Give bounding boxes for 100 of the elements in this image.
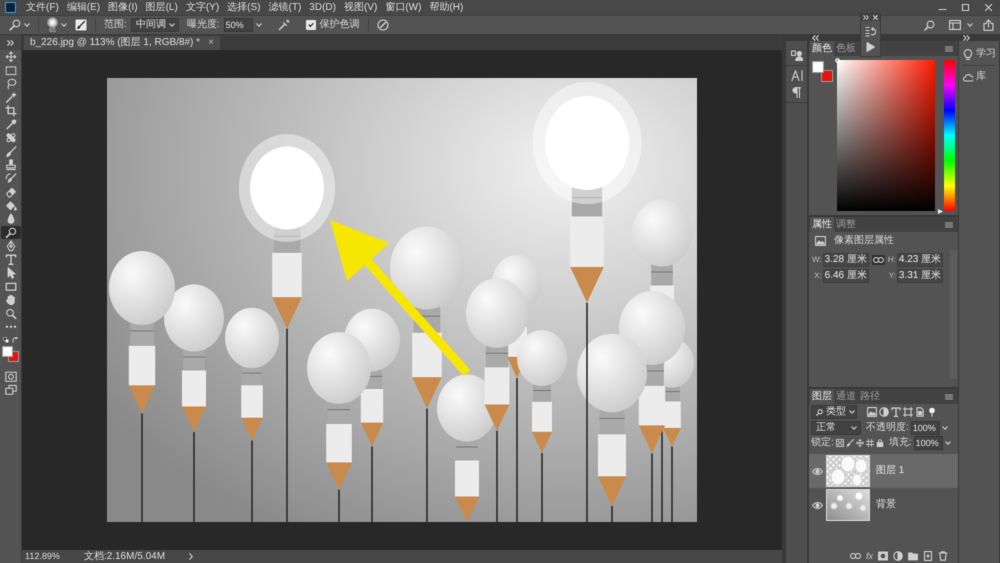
opacity-field[interactable]: 100% bbox=[910, 420, 940, 434]
measurement-field[interactable]: 4.23 厘米 bbox=[896, 253, 944, 267]
character-icon[interactable] bbox=[790, 70, 802, 81]
double-chevron-icon[interactable] bbox=[812, 35, 819, 41]
search-icon bbox=[816, 408, 823, 416]
play-icon[interactable] bbox=[866, 42, 875, 52]
hue-slider[interactable] bbox=[938, 60, 955, 214]
filter-dropdown[interactable]: 类型 bbox=[811, 405, 857, 419]
layer-row[interactable]: 背景 bbox=[809, 488, 958, 522]
menu-item[interactable]: 窗口(W) bbox=[381, 0, 426, 15]
close-tab-button[interactable]: × bbox=[208, 38, 214, 48]
eye-icon[interactable] bbox=[812, 468, 823, 474]
panel-menu-icon[interactable] bbox=[945, 46, 953, 52]
panel-tab[interactable]: 路径 bbox=[858, 389, 882, 404]
airbrush-icon[interactable] bbox=[278, 19, 290, 31]
soft-brush-icon[interactable] bbox=[47, 16, 58, 28]
link-icon[interactable] bbox=[850, 553, 861, 559]
pin-icon[interactable] bbox=[927, 407, 937, 417]
chain-link-icon[interactable] bbox=[872, 255, 885, 265]
menu-item[interactable]: 滤镜(T) bbox=[264, 0, 306, 15]
lollipop-icon[interactable] bbox=[0, 226, 20, 239]
panel-button[interactable]: 学习 bbox=[959, 44, 999, 64]
panel-tab[interactable]: 颜色 bbox=[810, 41, 834, 56]
document-tab[interactable]: b_226.jpg @ 113% (图层 1, RGB/8#) * × bbox=[24, 36, 220, 50]
color-field[interactable] bbox=[837, 60, 935, 211]
paragraph-icon[interactable] bbox=[792, 87, 801, 98]
new-page-icon[interactable] bbox=[923, 551, 933, 561]
letter-t-icon[interactable] bbox=[891, 407, 901, 417]
menu-item[interactable]: 帮助(H) bbox=[425, 0, 468, 15]
effects-button[interactable]: fx bbox=[866, 552, 873, 560]
caret-icon[interactable] bbox=[942, 426, 948, 430]
panel-menu-icon[interactable] bbox=[945, 222, 953, 228]
checker-icon[interactable] bbox=[836, 438, 844, 446]
share-icon[interactable] bbox=[983, 19, 994, 31]
caret-icon[interactable] bbox=[61, 23, 67, 27]
chevron-icon[interactable] bbox=[189, 553, 194, 560]
workspace-icon[interactable] bbox=[949, 20, 961, 30]
caret-icon[interactable] bbox=[944, 440, 951, 444]
panel-tab[interactable]: 图层 bbox=[810, 389, 834, 404]
menu-item[interactable]: 图像(I) bbox=[104, 0, 142, 15]
slider-thumb-icon[interactable] bbox=[938, 208, 943, 214]
close-icon[interactable] bbox=[873, 15, 878, 20]
exposure-field[interactable]: 50% bbox=[224, 18, 253, 32]
menu-item[interactable]: 文件(F) bbox=[22, 0, 63, 15]
menu-item[interactable]: 视图(V) bbox=[340, 0, 382, 15]
trash-icon[interactable] bbox=[938, 551, 948, 561]
app-icon[interactable] bbox=[5, 2, 16, 13]
panel-tab[interactable]: 属性 bbox=[810, 217, 834, 232]
menu-item[interactable]: 3D(D) bbox=[305, 0, 340, 15]
background-swatch-icon[interactable] bbox=[821, 70, 833, 82]
list-arrow-icon[interactable] bbox=[865, 26, 876, 37]
double-chevron-icon[interactable] bbox=[863, 15, 869, 20]
restore-icon[interactable] bbox=[961, 3, 970, 12]
panel-tab[interactable]: 调整 bbox=[834, 217, 858, 232]
eye-icon[interactable] bbox=[812, 502, 823, 508]
double-chevron-icon[interactable] bbox=[963, 35, 970, 41]
scrollbar[interactable] bbox=[950, 250, 957, 379]
zoom-level[interactable]: 112.89% bbox=[25, 551, 60, 562]
move-arrows-icon[interactable] bbox=[856, 438, 864, 446]
lollipop-icon[interactable] bbox=[9, 19, 21, 31]
person-card-icon[interactable] bbox=[790, 50, 802, 61]
search-icon[interactable] bbox=[924, 20, 935, 30]
range-dropdown[interactable]: 中间调 bbox=[130, 18, 179, 32]
measurement-field[interactable]: 3.28 厘米 bbox=[822, 253, 869, 267]
menu-item[interactable]: 选择(S) bbox=[223, 0, 264, 15]
double-chevron-icon[interactable] bbox=[7, 40, 14, 46]
menu-item[interactable]: 文字(Y) bbox=[182, 0, 224, 15]
shape-frame-icon[interactable] bbox=[903, 407, 913, 417]
default-colors-icon[interactable] bbox=[3, 336, 9, 342]
menu-item[interactable]: 编辑(E) bbox=[62, 0, 104, 15]
blend-mode-dropdown[interactable]: 正常 bbox=[811, 420, 861, 434]
caret-icon[interactable] bbox=[967, 23, 973, 27]
measurement-field[interactable]: 6.46 厘米 bbox=[822, 269, 869, 283]
foreground-swatch-icon[interactable] bbox=[812, 61, 824, 73]
pressure-icon[interactable] bbox=[376, 19, 389, 31]
mask-icon[interactable] bbox=[878, 551, 888, 561]
close-icon[interactable] bbox=[984, 3, 993, 12]
panel-button[interactable]: 库 bbox=[959, 67, 999, 87]
image-icon[interactable] bbox=[867, 407, 877, 417]
panel-tab[interactable]: 通道 bbox=[834, 389, 858, 404]
half-circle-icon[interactable] bbox=[893, 551, 903, 561]
menu-item[interactable]: 图层(L) bbox=[142, 0, 182, 15]
grid-icon[interactable] bbox=[866, 438, 874, 446]
protect-tones-label: 保护色调 bbox=[320, 19, 360, 31]
folder-icon[interactable] bbox=[908, 551, 918, 561]
padlock-icon[interactable] bbox=[876, 438, 884, 446]
swap-icon[interactable] bbox=[12, 336, 18, 342]
layer-row[interactable]: 图层 1 bbox=[809, 454, 958, 488]
brush-settings-icon[interactable] bbox=[75, 19, 87, 31]
caret-icon[interactable] bbox=[24, 23, 30, 27]
protect-tones-checkbox[interactable] bbox=[306, 20, 316, 30]
panel-tab[interactable]: 色板 bbox=[834, 41, 858, 56]
panel-menu-icon[interactable] bbox=[945, 394, 953, 400]
caret-icon[interactable] bbox=[256, 23, 262, 27]
foreground-swatch-icon[interactable] bbox=[2, 346, 12, 356]
half-circle-icon[interactable] bbox=[879, 407, 889, 417]
brush-icon[interactable] bbox=[846, 438, 854, 446]
measurement-field[interactable]: 3.31 厘米 bbox=[896, 269, 944, 283]
page-icon[interactable] bbox=[915, 407, 925, 417]
fill-field[interactable]: 100% bbox=[914, 436, 943, 450]
